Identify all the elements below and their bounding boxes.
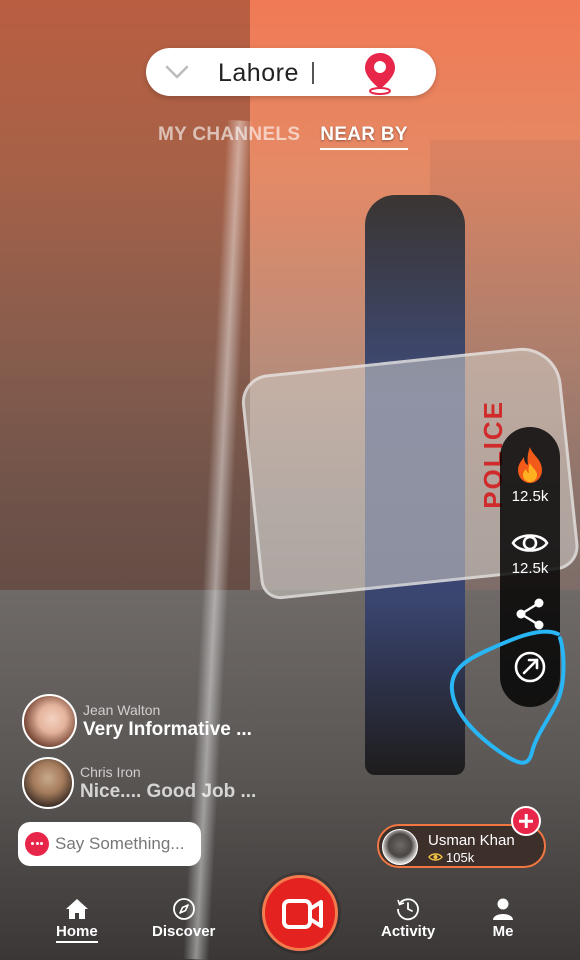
clock-history-icon bbox=[397, 898, 419, 921]
fire-icon[interactable] bbox=[512, 445, 548, 485]
nav-activity-label: Activity bbox=[381, 923, 436, 940]
views-count: 12.5k bbox=[511, 560, 549, 577]
compass-icon bbox=[172, 898, 195, 920]
tab-near-by[interactable]: NEAR BY bbox=[320, 124, 408, 150]
go-live-button[interactable] bbox=[262, 875, 338, 951]
bottom-navigation: Home Discover Activity Me bbox=[0, 875, 580, 960]
chat-bubble-icon bbox=[25, 832, 49, 856]
views-action[interactable]: 12.5k bbox=[500, 529, 560, 577]
chevron-down-icon[interactable] bbox=[164, 61, 190, 83]
host-view-count: 105k bbox=[446, 850, 475, 865]
comment-message: Nice.... Good Job ... bbox=[80, 780, 257, 802]
home-icon bbox=[65, 899, 88, 919]
comment-message: Very Informative ... bbox=[83, 719, 252, 740]
host-name: Usman Khan bbox=[428, 832, 515, 849]
location-city[interactable]: Lahore bbox=[218, 59, 299, 88]
channel-tabs: MY CHANNELS NEAR BY bbox=[158, 124, 408, 150]
nav-activity[interactable]: Activity bbox=[381, 897, 435, 940]
follow-plus-button[interactable] bbox=[511, 806, 541, 836]
host-avatar[interactable] bbox=[382, 829, 418, 865]
comment-input[interactable] bbox=[55, 834, 195, 854]
eye-icon bbox=[511, 534, 549, 552]
nav-discover-label: Discover bbox=[152, 923, 216, 940]
comment-author: Jean Walton bbox=[83, 702, 161, 718]
location-selector[interactable]: Lahore bbox=[146, 48, 436, 96]
nav-home-label: Home bbox=[56, 923, 98, 943]
avatar[interactable] bbox=[22, 757, 74, 809]
text-cursor bbox=[312, 62, 314, 84]
hand-drawn-annotation bbox=[449, 629, 566, 765]
likes-count: 12.5k bbox=[511, 488, 549, 505]
nav-me-label: Me bbox=[492, 923, 514, 940]
user-icon bbox=[493, 898, 513, 920]
comment-input-box[interactable] bbox=[18, 822, 201, 866]
likes-action[interactable]: 12.5k bbox=[500, 445, 560, 505]
location-pin-icon[interactable] bbox=[360, 51, 400, 95]
comment-author: Chris Iron bbox=[80, 763, 141, 780]
avatar[interactable] bbox=[22, 694, 77, 749]
comment-item[interactable]: Chris Iron Nice.... Good Job ... bbox=[22, 757, 256, 809]
nav-home[interactable]: Home bbox=[56, 897, 98, 943]
nav-discover[interactable]: Discover bbox=[152, 897, 215, 940]
nav-me[interactable]: Me bbox=[490, 897, 516, 940]
video-camera-icon bbox=[282, 899, 323, 929]
eye-icon bbox=[428, 853, 443, 861]
comment-item[interactable]: Jean Walton Very Informative ... bbox=[22, 694, 252, 749]
tab-my-channels[interactable]: MY CHANNELS bbox=[158, 124, 300, 150]
